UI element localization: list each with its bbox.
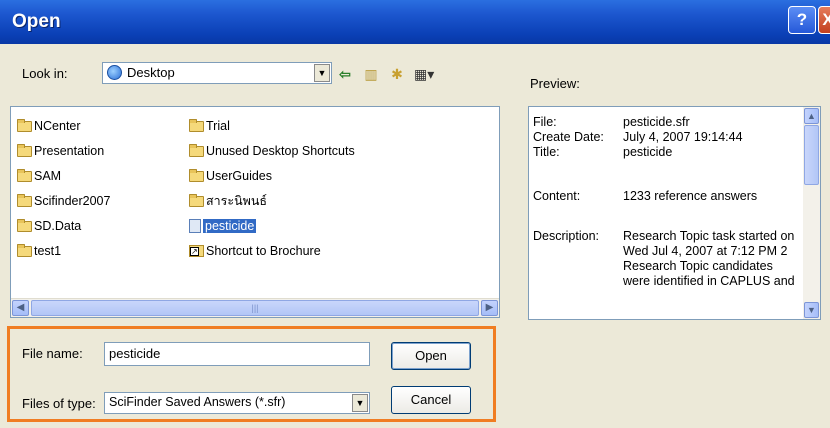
folder-icon [189,143,204,157]
open-button[interactable]: Open [391,342,471,370]
folder-icon [17,218,32,232]
scroll-left-icon[interactable]: ◀ [12,300,29,316]
filetype-label: Files of type: [22,396,96,411]
preview-key: Content: [533,189,581,203]
preview-value: Research Topic task started on Wed Jul 4… [623,229,795,288]
lookin-dropdown[interactable]: Desktop ▼ [102,62,332,84]
scroll-up-icon[interactable]: ▲ [804,108,819,124]
new-folder-icon[interactable]: ✱ [388,65,406,83]
open-dialog: Open ? X Look in: Desktop ▼ ⇦ ▥ ✱ ▦▾ NCe… [0,0,830,428]
cancel-button[interactable]: Cancel [391,386,471,414]
chevron-down-icon[interactable]: ▼ [314,64,330,82]
scroll-right-icon[interactable]: ▶ [481,300,498,316]
up-folder-icon[interactable]: ▥ [362,65,380,83]
scroll-down-icon[interactable]: ▼ [804,302,819,318]
list-item[interactable]: UserGuides [189,167,272,185]
list-item[interactable]: NCenter [17,117,81,135]
back-icon[interactable]: ⇦ [336,65,354,83]
folder-icon [189,193,204,207]
close-button[interactable]: X [818,6,830,34]
filetype-dropdown[interactable]: SciFinder Saved Answers (*.sfr) ▼ [104,392,370,414]
scroll-thumb[interactable] [804,125,819,185]
preview-value: pesticide.sfr [623,115,690,129]
shortcut-icon [189,245,204,257]
lookin-label: Look in: [22,66,68,81]
preview-key: Create Date: [533,130,604,144]
folder-icon [17,168,32,182]
preview-key: Title: [533,145,560,159]
file-list[interactable]: NCenter Presentation SAM Scifinder2007 S… [10,106,500,318]
preview-label: Preview: [530,76,580,91]
views-menu-icon[interactable]: ▦▾ [414,65,434,83]
folder-icon [189,168,204,182]
filetype-value: SciFinder Saved Answers (*.sfr) [109,395,286,409]
toolbar: ⇦ ▥ ✱ ▦▾ [336,64,434,84]
list-item[interactable]: สาระนิพนธ์ [189,192,267,210]
preview-key: File: [533,115,557,129]
preview-value: 1233 reference answers [623,189,758,203]
list-item-selected[interactable]: pesticide [189,217,257,235]
preview-value: July 4, 2007 19:14:44 [623,130,743,144]
chevron-down-icon[interactable]: ▼ [352,394,368,412]
dialog-title: Open [12,11,61,32]
list-item[interactable]: SAM [17,167,61,185]
horizontal-scrollbar[interactable]: ◀ ||| ▶ [11,298,499,317]
vertical-scrollbar[interactable]: ▲ ▼ [803,107,820,319]
list-item[interactable]: SD.Data [17,217,81,235]
scroll-thumb[interactable]: ||| [31,300,479,316]
desktop-icon [107,65,122,80]
list-item[interactable]: Trial [189,117,230,135]
folder-icon [17,143,32,157]
list-item[interactable]: Presentation [17,142,104,160]
preview-value: pesticide [623,145,673,159]
preview-pane: File: pesticide.sfr Create Date: July 4,… [528,106,821,320]
folder-icon [189,118,204,132]
list-item[interactable]: Unused Desktop Shortcuts [189,142,355,160]
list-item[interactable]: Scifinder2007 [17,192,110,210]
list-item[interactable]: test1 [17,242,61,260]
folder-icon [17,243,32,257]
title-bar[interactable]: Open ? X [0,0,830,44]
filename-label: File name: [22,346,83,361]
filename-input[interactable]: pesticide [104,342,370,366]
preview-key: Description: [533,229,599,243]
folder-icon [17,193,32,207]
lookin-value: Desktop [127,65,175,80]
folder-icon [17,118,32,132]
file-icon [189,219,201,233]
list-item[interactable]: Shortcut to Brochure [189,242,321,260]
help-button[interactable]: ? [788,6,816,34]
